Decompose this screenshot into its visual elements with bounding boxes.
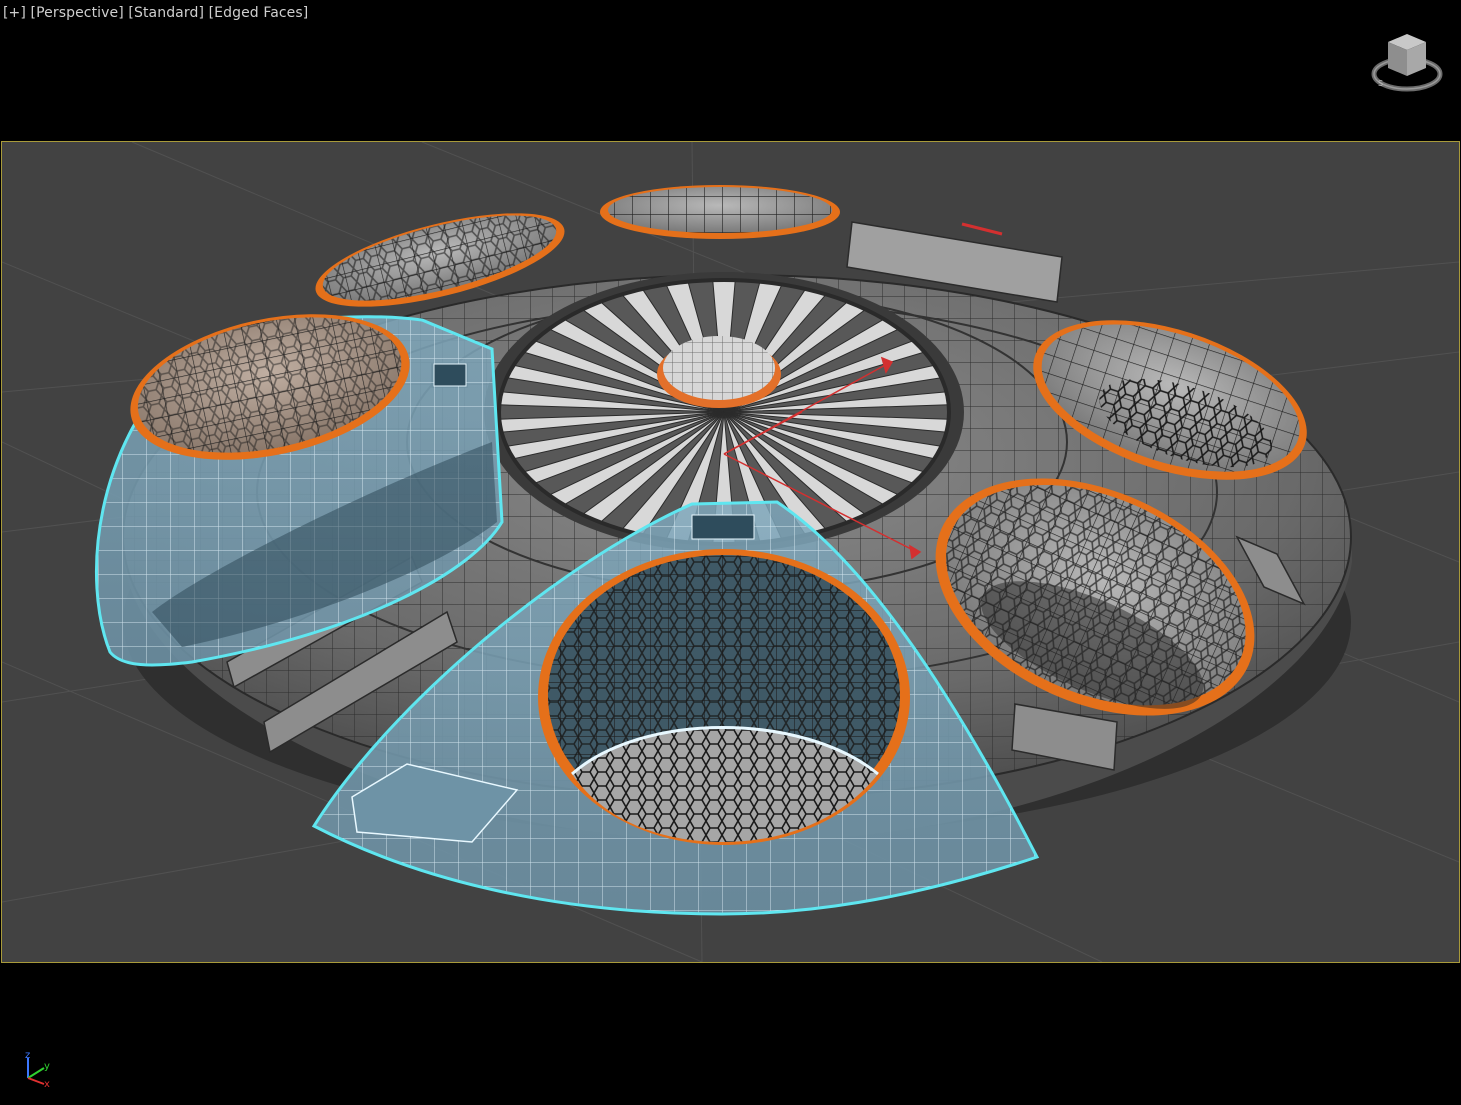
axis-z-label: z <box>25 1050 30 1061</box>
safe-frame[interactable] <box>1 141 1460 963</box>
viewport-view-menu[interactable]: [Perspective] <box>31 5 124 21</box>
viewport-plus-menu[interactable]: [+] <box>3 5 26 21</box>
perspective-viewport-scene[interactable] <box>2 142 1459 962</box>
axis-tripod-icon: z y x <box>25 1050 50 1090</box>
axis-x-label: x <box>44 1079 50 1090</box>
dome-back-center[interactable] <box>600 185 840 239</box>
viewport-display-menu[interactable]: [Edged Faces] <box>209 5 309 21</box>
viewport-shading-menu[interactable]: [Standard] <box>128 5 204 21</box>
viewcube-icon[interactable]: S <box>1368 28 1446 98</box>
svg-text:S: S <box>1378 79 1383 88</box>
viewport-label-menu[interactable]: [+] [Perspective] [Standard] [Edged Face… <box>3 5 308 21</box>
axis-y-label: y <box>44 1061 50 1072</box>
